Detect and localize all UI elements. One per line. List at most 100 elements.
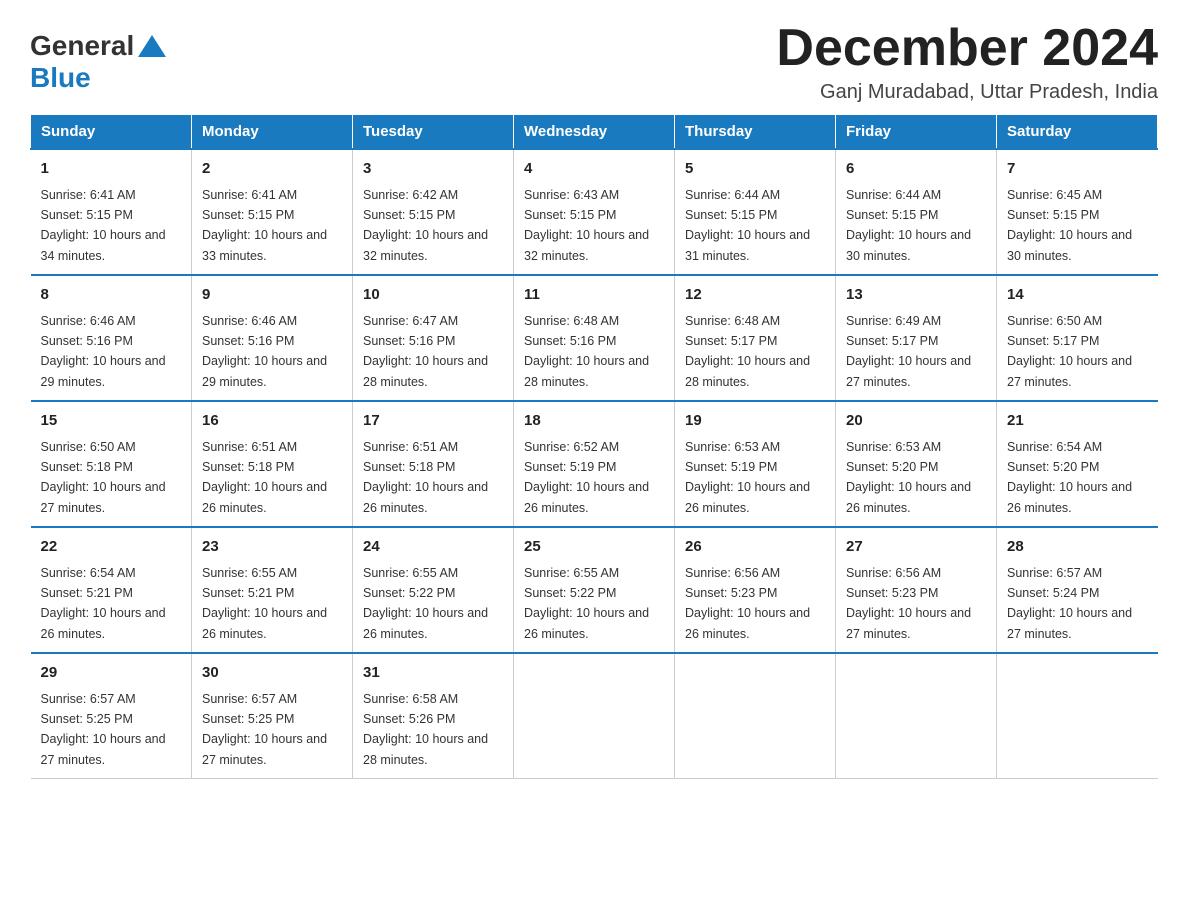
day-info: Sunrise: 6:55 AMSunset: 5:22 PMDaylight:… bbox=[524, 566, 649, 641]
day-number: 21 bbox=[1007, 410, 1148, 433]
day-number: 17 bbox=[363, 410, 503, 433]
day-info: Sunrise: 6:51 AMSunset: 5:18 PMDaylight:… bbox=[202, 440, 327, 515]
calendar-cell: 23 Sunrise: 6:55 AMSunset: 5:21 PMDaylig… bbox=[192, 527, 353, 653]
location-text: Ganj Muradabad, Uttar Pradesh, India bbox=[776, 81, 1158, 104]
day-number: 24 bbox=[363, 536, 503, 559]
calendar-header: SundayMondayTuesdayWednesdayThursdayFrid… bbox=[31, 115, 1158, 150]
calendar-cell: 8 Sunrise: 6:46 AMSunset: 5:16 PMDayligh… bbox=[31, 275, 192, 401]
day-info: Sunrise: 6:43 AMSunset: 5:15 PMDaylight:… bbox=[524, 188, 649, 263]
calendar-cell: 18 Sunrise: 6:52 AMSunset: 5:19 PMDaylig… bbox=[514, 401, 675, 527]
day-number: 15 bbox=[41, 410, 182, 433]
week-row-2: 8 Sunrise: 6:46 AMSunset: 5:16 PMDayligh… bbox=[31, 275, 1158, 401]
day-info: Sunrise: 6:53 AMSunset: 5:20 PMDaylight:… bbox=[846, 440, 971, 515]
calendar-cell: 10 Sunrise: 6:47 AMSunset: 5:16 PMDaylig… bbox=[353, 275, 514, 401]
day-info: Sunrise: 6:50 AMSunset: 5:18 PMDaylight:… bbox=[41, 440, 166, 515]
day-number: 11 bbox=[524, 284, 664, 307]
calendar-cell: 7 Sunrise: 6:45 AMSunset: 5:15 PMDayligh… bbox=[997, 149, 1158, 275]
day-info: Sunrise: 6:54 AMSunset: 5:21 PMDaylight:… bbox=[41, 566, 166, 641]
calendar-cell: 19 Sunrise: 6:53 AMSunset: 5:19 PMDaylig… bbox=[675, 401, 836, 527]
calendar-cell: 9 Sunrise: 6:46 AMSunset: 5:16 PMDayligh… bbox=[192, 275, 353, 401]
calendar-table: SundayMondayTuesdayWednesdayThursdayFrid… bbox=[30, 114, 1158, 779]
col-header-sunday: Sunday bbox=[31, 115, 192, 150]
day-info: Sunrise: 6:52 AMSunset: 5:19 PMDaylight:… bbox=[524, 440, 649, 515]
day-number: 28 bbox=[1007, 536, 1148, 559]
calendar-cell: 27 Sunrise: 6:56 AMSunset: 5:23 PMDaylig… bbox=[836, 527, 997, 653]
day-info: Sunrise: 6:58 AMSunset: 5:26 PMDaylight:… bbox=[363, 692, 488, 767]
calendar-body: 1 Sunrise: 6:41 AMSunset: 5:15 PMDayligh… bbox=[31, 149, 1158, 779]
calendar-cell: 4 Sunrise: 6:43 AMSunset: 5:15 PMDayligh… bbox=[514, 149, 675, 275]
day-number: 14 bbox=[1007, 284, 1148, 307]
calendar-cell bbox=[997, 653, 1158, 779]
calendar-cell: 3 Sunrise: 6:42 AMSunset: 5:15 PMDayligh… bbox=[353, 149, 514, 275]
day-info: Sunrise: 6:57 AMSunset: 5:25 PMDaylight:… bbox=[202, 692, 327, 767]
day-info: Sunrise: 6:54 AMSunset: 5:20 PMDaylight:… bbox=[1007, 440, 1132, 515]
day-number: 6 bbox=[846, 158, 986, 181]
col-header-wednesday: Wednesday bbox=[514, 115, 675, 150]
title-area: December 2024 Ganj Muradabad, Uttar Prad… bbox=[776, 20, 1158, 104]
calendar-cell: 17 Sunrise: 6:51 AMSunset: 5:18 PMDaylig… bbox=[353, 401, 514, 527]
day-number: 20 bbox=[846, 410, 986, 433]
calendar-cell: 13 Sunrise: 6:49 AMSunset: 5:17 PMDaylig… bbox=[836, 275, 997, 401]
day-number: 8 bbox=[41, 284, 182, 307]
day-info: Sunrise: 6:44 AMSunset: 5:15 PMDaylight:… bbox=[846, 188, 971, 263]
day-number: 25 bbox=[524, 536, 664, 559]
day-number: 1 bbox=[41, 158, 182, 181]
calendar-cell: 31 Sunrise: 6:58 AMSunset: 5:26 PMDaylig… bbox=[353, 653, 514, 779]
month-title: December 2024 bbox=[776, 20, 1158, 77]
day-number: 16 bbox=[202, 410, 342, 433]
week-row-1: 1 Sunrise: 6:41 AMSunset: 5:15 PMDayligh… bbox=[31, 149, 1158, 275]
day-info: Sunrise: 6:55 AMSunset: 5:21 PMDaylight:… bbox=[202, 566, 327, 641]
calendar-cell: 25 Sunrise: 6:55 AMSunset: 5:22 PMDaylig… bbox=[514, 527, 675, 653]
day-info: Sunrise: 6:56 AMSunset: 5:23 PMDaylight:… bbox=[846, 566, 971, 641]
day-number: 13 bbox=[846, 284, 986, 307]
calendar-cell: 16 Sunrise: 6:51 AMSunset: 5:18 PMDaylig… bbox=[192, 401, 353, 527]
calendar-cell: 20 Sunrise: 6:53 AMSunset: 5:20 PMDaylig… bbox=[836, 401, 997, 527]
day-number: 5 bbox=[685, 158, 825, 181]
calendar-cell: 21 Sunrise: 6:54 AMSunset: 5:20 PMDaylig… bbox=[997, 401, 1158, 527]
day-number: 12 bbox=[685, 284, 825, 307]
calendar-cell bbox=[514, 653, 675, 779]
day-info: Sunrise: 6:47 AMSunset: 5:16 PMDaylight:… bbox=[363, 314, 488, 389]
day-info: Sunrise: 6:50 AMSunset: 5:17 PMDaylight:… bbox=[1007, 314, 1132, 389]
day-number: 27 bbox=[846, 536, 986, 559]
day-info: Sunrise: 6:56 AMSunset: 5:23 PMDaylight:… bbox=[685, 566, 810, 641]
day-number: 18 bbox=[524, 410, 664, 433]
calendar-cell: 12 Sunrise: 6:48 AMSunset: 5:17 PMDaylig… bbox=[675, 275, 836, 401]
col-header-tuesday: Tuesday bbox=[353, 115, 514, 150]
day-info: Sunrise: 6:57 AMSunset: 5:24 PMDaylight:… bbox=[1007, 566, 1132, 641]
col-header-saturday: Saturday bbox=[997, 115, 1158, 150]
calendar-cell: 15 Sunrise: 6:50 AMSunset: 5:18 PMDaylig… bbox=[31, 401, 192, 527]
col-header-monday: Monday bbox=[192, 115, 353, 150]
calendar-cell: 6 Sunrise: 6:44 AMSunset: 5:15 PMDayligh… bbox=[836, 149, 997, 275]
calendar-header-row: SundayMondayTuesdayWednesdayThursdayFrid… bbox=[31, 115, 1158, 150]
calendar-cell: 28 Sunrise: 6:57 AMSunset: 5:24 PMDaylig… bbox=[997, 527, 1158, 653]
calendar-cell: 5 Sunrise: 6:44 AMSunset: 5:15 PMDayligh… bbox=[675, 149, 836, 275]
calendar-cell: 26 Sunrise: 6:56 AMSunset: 5:23 PMDaylig… bbox=[675, 527, 836, 653]
day-number: 23 bbox=[202, 536, 342, 559]
day-info: Sunrise: 6:44 AMSunset: 5:15 PMDaylight:… bbox=[685, 188, 810, 263]
logo-general-text: General bbox=[30, 30, 134, 62]
calendar-cell: 2 Sunrise: 6:41 AMSunset: 5:15 PMDayligh… bbox=[192, 149, 353, 275]
day-number: 29 bbox=[41, 662, 182, 685]
day-number: 22 bbox=[41, 536, 182, 559]
day-info: Sunrise: 6:42 AMSunset: 5:15 PMDaylight:… bbox=[363, 188, 488, 263]
calendar-cell bbox=[675, 653, 836, 779]
day-info: Sunrise: 6:48 AMSunset: 5:16 PMDaylight:… bbox=[524, 314, 649, 389]
header: General Blue December 2024 Ganj Muradaba… bbox=[30, 20, 1158, 104]
day-number: 31 bbox=[363, 662, 503, 685]
day-info: Sunrise: 6:53 AMSunset: 5:19 PMDaylight:… bbox=[685, 440, 810, 515]
day-info: Sunrise: 6:46 AMSunset: 5:16 PMDaylight:… bbox=[41, 314, 166, 389]
calendar-cell: 24 Sunrise: 6:55 AMSunset: 5:22 PMDaylig… bbox=[353, 527, 514, 653]
calendar-cell: 22 Sunrise: 6:54 AMSunset: 5:21 PMDaylig… bbox=[31, 527, 192, 653]
day-info: Sunrise: 6:55 AMSunset: 5:22 PMDaylight:… bbox=[363, 566, 488, 641]
calendar-cell: 29 Sunrise: 6:57 AMSunset: 5:25 PMDaylig… bbox=[31, 653, 192, 779]
day-number: 4 bbox=[524, 158, 664, 181]
day-info: Sunrise: 6:51 AMSunset: 5:18 PMDaylight:… bbox=[363, 440, 488, 515]
calendar-cell bbox=[836, 653, 997, 779]
day-info: Sunrise: 6:46 AMSunset: 5:16 PMDaylight:… bbox=[202, 314, 327, 389]
calendar-cell: 1 Sunrise: 6:41 AMSunset: 5:15 PMDayligh… bbox=[31, 149, 192, 275]
day-info: Sunrise: 6:49 AMSunset: 5:17 PMDaylight:… bbox=[846, 314, 971, 389]
logo: General Blue bbox=[30, 30, 166, 94]
day-number: 10 bbox=[363, 284, 503, 307]
day-info: Sunrise: 6:57 AMSunset: 5:25 PMDaylight:… bbox=[41, 692, 166, 767]
